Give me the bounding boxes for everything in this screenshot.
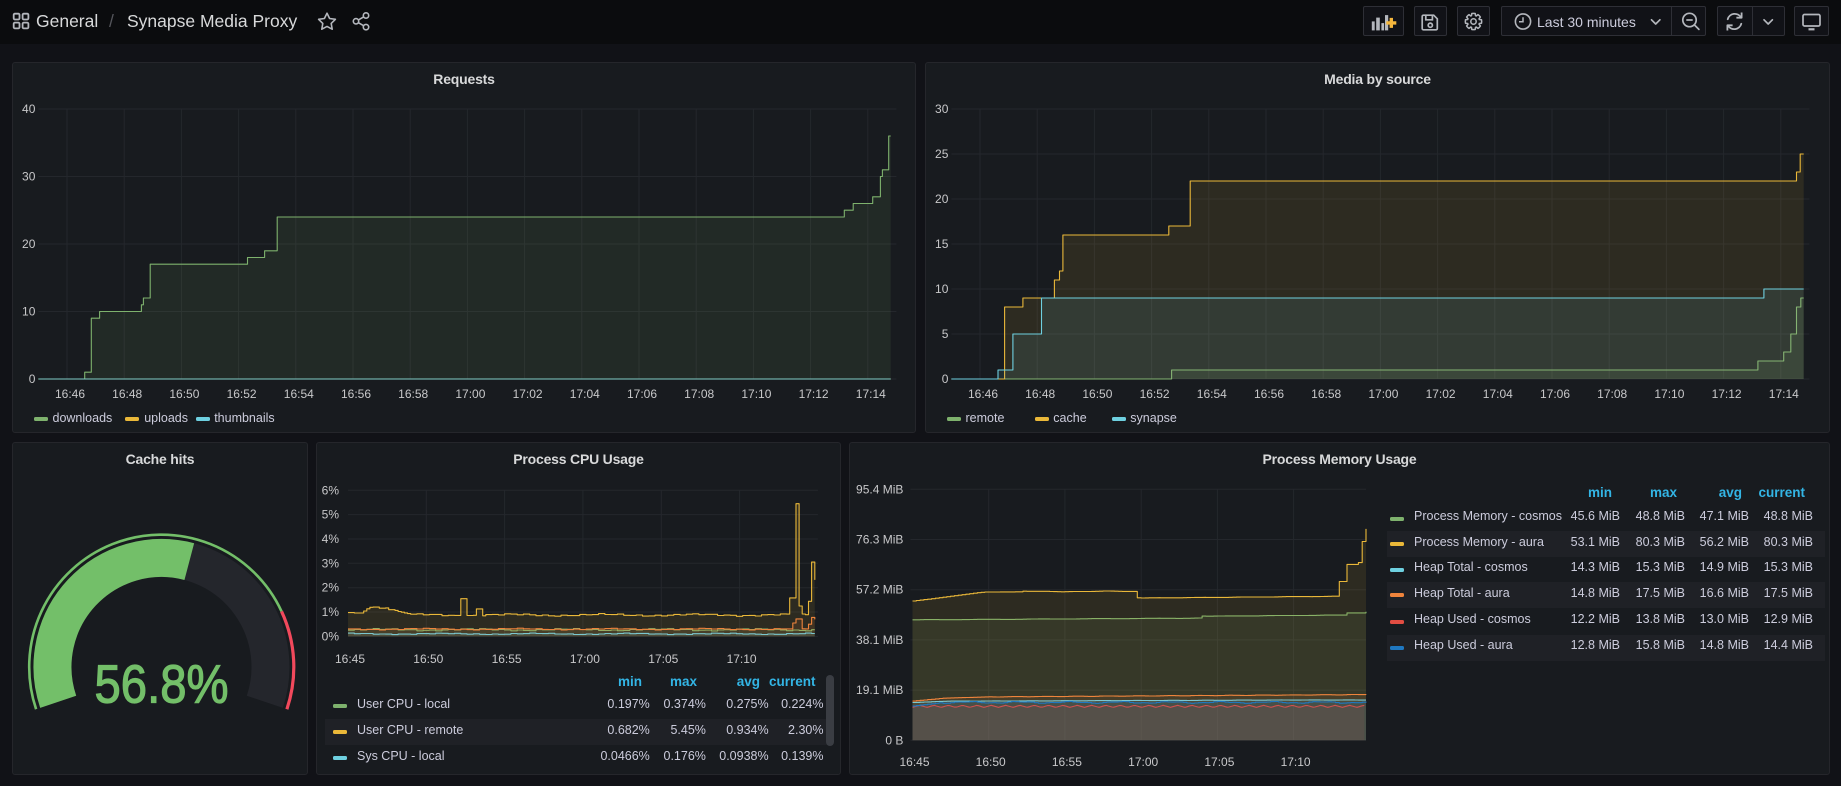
svg-text:17:12: 17:12 bbox=[799, 387, 829, 401]
svg-text:16:50: 16:50 bbox=[413, 652, 443, 666]
svg-text:0 B: 0 B bbox=[885, 733, 903, 747]
svg-text:17:00: 17:00 bbox=[1128, 755, 1158, 769]
svg-text:5%: 5% bbox=[322, 508, 340, 522]
svg-text:17:05: 17:05 bbox=[1204, 755, 1234, 769]
svg-text:0: 0 bbox=[29, 372, 36, 386]
svg-text:16:58: 16:58 bbox=[1311, 387, 1341, 401]
svg-text:16:46: 16:46 bbox=[968, 387, 998, 401]
svg-text:16:54: 16:54 bbox=[1197, 387, 1227, 401]
svg-text:17:12: 17:12 bbox=[1712, 387, 1742, 401]
svg-text:56.8%: 56.8% bbox=[95, 655, 229, 715]
svg-text:17:02: 17:02 bbox=[1426, 387, 1456, 401]
svg-text:76.3 MiB: 76.3 MiB bbox=[856, 533, 903, 547]
svg-text:16:58: 16:58 bbox=[398, 387, 428, 401]
svg-text:17:08: 17:08 bbox=[1597, 387, 1627, 401]
svg-text:95.4 MiB: 95.4 MiB bbox=[856, 482, 903, 496]
svg-text:0%: 0% bbox=[322, 629, 340, 643]
svg-text:2%: 2% bbox=[322, 581, 340, 595]
svg-text:0: 0 bbox=[942, 372, 949, 386]
svg-text:57.2 MiB: 57.2 MiB bbox=[856, 583, 903, 597]
svg-text:30: 30 bbox=[935, 102, 949, 116]
svg-text:16:52: 16:52 bbox=[1140, 387, 1170, 401]
svg-text:16:55: 16:55 bbox=[1052, 755, 1082, 769]
svg-text:16:56: 16:56 bbox=[1254, 387, 1284, 401]
svg-text:38.1 MiB: 38.1 MiB bbox=[856, 633, 903, 647]
svg-text:16:46: 16:46 bbox=[55, 387, 85, 401]
svg-text:19.1 MiB: 19.1 MiB bbox=[856, 683, 903, 697]
svg-text:16:56: 16:56 bbox=[341, 387, 371, 401]
svg-text:16:55: 16:55 bbox=[492, 652, 522, 666]
svg-text:5: 5 bbox=[942, 327, 949, 341]
svg-text:3%: 3% bbox=[322, 556, 340, 570]
svg-text:20: 20 bbox=[935, 192, 949, 206]
svg-text:17:10: 17:10 bbox=[727, 652, 757, 666]
svg-text:25: 25 bbox=[935, 147, 949, 161]
svg-text:17:00: 17:00 bbox=[570, 652, 600, 666]
svg-text:17:00: 17:00 bbox=[1368, 387, 1398, 401]
svg-text:16:45: 16:45 bbox=[335, 652, 365, 666]
svg-text:16:52: 16:52 bbox=[227, 387, 257, 401]
svg-text:16:50: 16:50 bbox=[976, 755, 1006, 769]
svg-text:17:14: 17:14 bbox=[1769, 387, 1799, 401]
svg-text:17:06: 17:06 bbox=[627, 387, 657, 401]
svg-text:40: 40 bbox=[22, 102, 36, 116]
svg-text:30: 30 bbox=[22, 170, 36, 184]
svg-text:16:50: 16:50 bbox=[1082, 387, 1112, 401]
svg-text:6%: 6% bbox=[322, 483, 340, 497]
svg-text:17:10: 17:10 bbox=[1654, 387, 1684, 401]
svg-text:16:48: 16:48 bbox=[1025, 387, 1055, 401]
svg-text:17:08: 17:08 bbox=[684, 387, 714, 401]
svg-text:17:06: 17:06 bbox=[1540, 387, 1570, 401]
svg-text:17:00: 17:00 bbox=[455, 387, 485, 401]
svg-text:10: 10 bbox=[935, 282, 949, 296]
svg-text:20: 20 bbox=[22, 237, 36, 251]
svg-text:17:05: 17:05 bbox=[648, 652, 678, 666]
svg-text:17:02: 17:02 bbox=[513, 387, 543, 401]
svg-text:4%: 4% bbox=[322, 532, 340, 546]
svg-text:16:48: 16:48 bbox=[112, 387, 142, 401]
svg-text:10: 10 bbox=[22, 305, 36, 319]
svg-text:15: 15 bbox=[935, 237, 949, 251]
svg-text:17:04: 17:04 bbox=[570, 387, 600, 401]
svg-text:16:50: 16:50 bbox=[169, 387, 199, 401]
svg-text:17:14: 17:14 bbox=[856, 387, 886, 401]
svg-text:1%: 1% bbox=[322, 605, 340, 619]
svg-text:16:45: 16:45 bbox=[899, 755, 929, 769]
svg-text:17:04: 17:04 bbox=[1483, 387, 1513, 401]
svg-text:17:10: 17:10 bbox=[741, 387, 771, 401]
svg-text:16:54: 16:54 bbox=[284, 387, 314, 401]
svg-text:17:10: 17:10 bbox=[1281, 755, 1311, 769]
